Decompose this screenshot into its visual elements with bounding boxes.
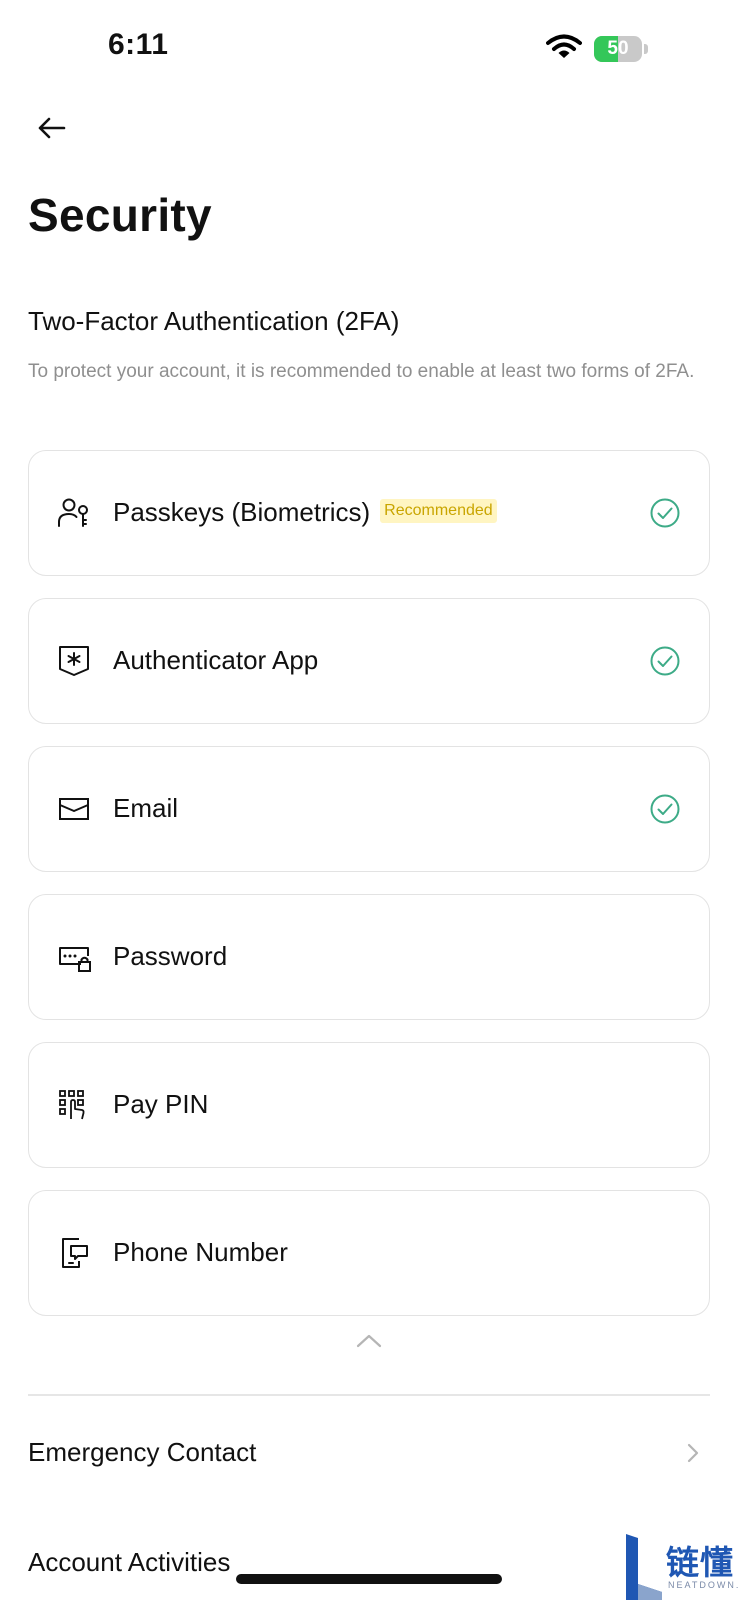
authenticator-shield-icon xyxy=(59,646,89,676)
emergency-contact-label: Emergency Contact xyxy=(28,1437,257,1467)
status-time: 6:11 xyxy=(108,28,169,61)
page-title: Security xyxy=(28,189,212,241)
method-label-text: Email xyxy=(113,793,179,823)
two-fa-method-list: Passkeys (Biometrics) Recommended Authent… xyxy=(28,450,710,1338)
back-button[interactable] xyxy=(30,110,74,146)
method-label-text: Pay PIN xyxy=(113,1089,209,1119)
method-label-text: Passkeys (Biometrics) xyxy=(113,497,371,527)
watermark-l-icon xyxy=(626,1534,662,1600)
method-label-text: Phone Number xyxy=(113,1237,288,1267)
method-label-text: Password xyxy=(113,941,228,971)
phone-message-icon xyxy=(62,1238,88,1268)
battery-indicator: 50 xyxy=(594,36,648,62)
section-divider xyxy=(28,1394,710,1396)
section-description: To protect your account, it is recommend… xyxy=(28,361,695,382)
account-activities-label: Account Activities xyxy=(28,1547,231,1577)
method-card-authenticator-app[interactable]: Authenticator App xyxy=(28,598,710,724)
chevron-right-icon xyxy=(687,1443,699,1463)
password-lock-icon xyxy=(59,947,91,972)
watermark-logo: 链懂 NEATDOWN.COM xyxy=(624,1532,738,1600)
battery-level: 50 xyxy=(607,38,629,59)
passkey-user-key-icon xyxy=(58,498,88,527)
wifi-icon xyxy=(546,34,582,58)
home-indicator xyxy=(236,1574,502,1584)
watermark-text-cn: 链懂 xyxy=(666,1543,734,1582)
envelope-icon xyxy=(59,798,89,820)
method-label: Passkeys (Biometrics) Recommended xyxy=(113,451,497,574)
method-card-passkeys[interactable]: Passkeys (Biometrics) Recommended xyxy=(28,450,710,576)
section-title-2fa: Two-Factor Authentication (2FA) xyxy=(28,306,400,336)
method-card-email[interactable]: Email xyxy=(28,746,710,872)
method-card-phone-number[interactable]: Phone Number xyxy=(28,1190,710,1316)
check-circle-icon xyxy=(650,794,680,824)
method-card-password[interactable]: Password xyxy=(28,894,710,1020)
watermark-text-en: NEATDOWN.COM xyxy=(668,1580,738,1590)
recommended-badge: Recommended xyxy=(380,499,497,524)
emergency-contact-row[interactable]: Emergency Contact xyxy=(28,1422,710,1482)
check-circle-icon xyxy=(650,498,680,528)
keypad-icon xyxy=(59,1090,85,1120)
method-card-pay-pin[interactable]: Pay PIN xyxy=(28,1042,710,1168)
chevron-up-icon[interactable] xyxy=(354,1332,384,1350)
status-bar: 6:11 50 xyxy=(0,0,738,100)
method-label-text: Authenticator App xyxy=(113,645,319,675)
check-circle-icon xyxy=(650,646,680,676)
